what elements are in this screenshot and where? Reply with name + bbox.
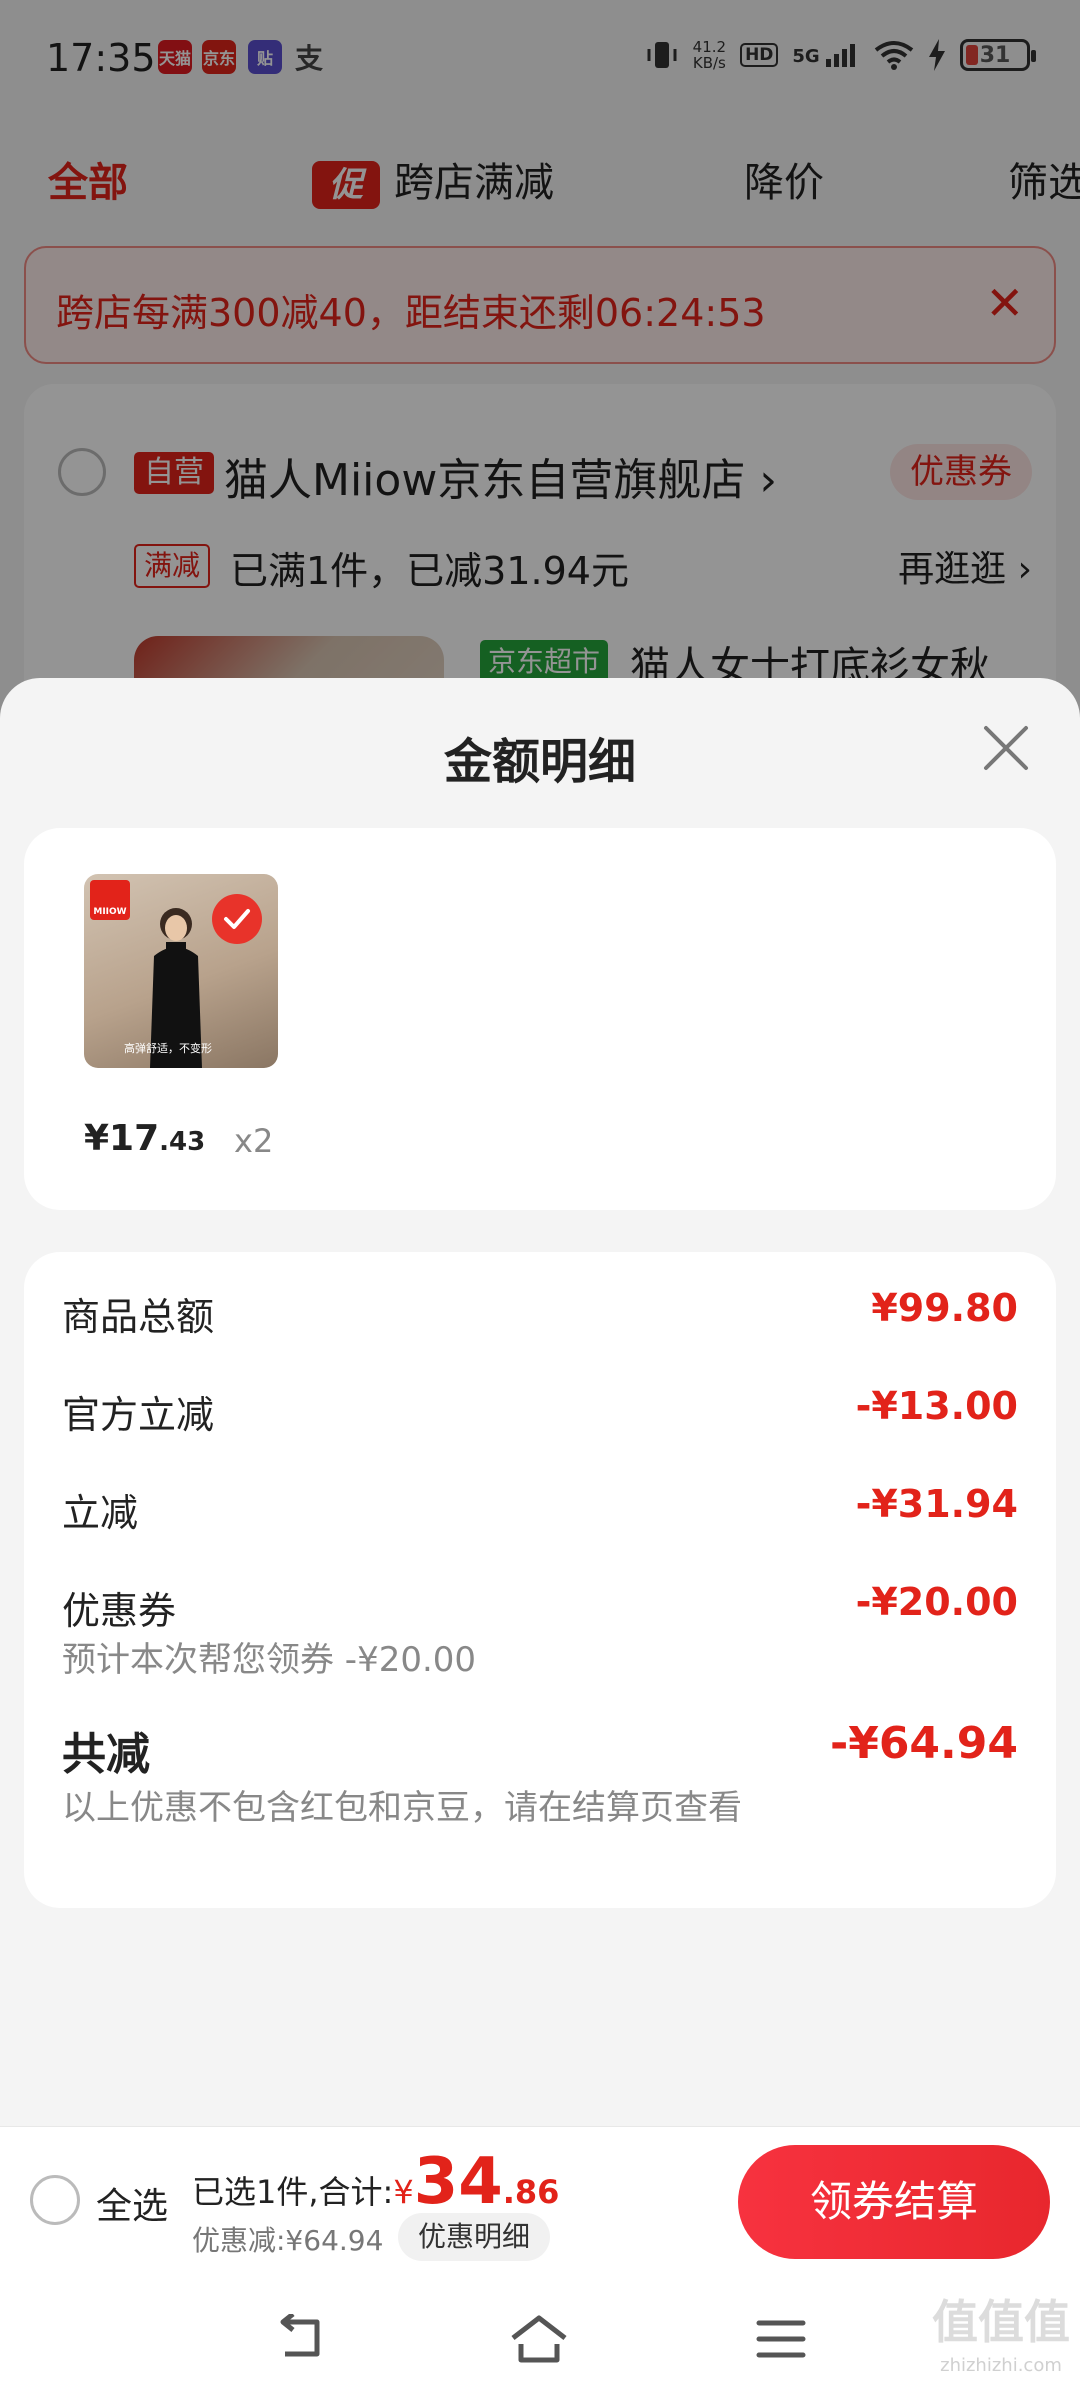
item-price-int: ¥17 — [84, 1118, 160, 1159]
goods-total-row: 商品总额 ¥99.80 — [62, 1286, 1018, 1346]
instant-cut-value: -¥31.94 — [855, 1482, 1018, 1526]
sheet-title: 金额明细 — [443, 734, 636, 790]
discount-detail-button[interactable]: 优惠明细 — [398, 2213, 551, 2261]
checkout-button[interactable]: 领券结算 — [738, 2145, 1050, 2259]
system-nav-bar — [0, 2276, 1080, 2400]
close-icon[interactable] — [976, 718, 1036, 778]
goods-total-value: ¥99.80 — [871, 1286, 1018, 1330]
home-icon[interactable] — [504, 2304, 574, 2374]
order-summary: 已选1件,合计:¥34.86 — [192, 2145, 559, 2219]
product-image-caption: 高弹舒适，不变形 — [124, 1042, 212, 1055]
select-all-label[interactable]: 全选 — [96, 2177, 168, 2229]
coupon-row: 优惠券 -¥20.00 预计本次帮您领券 -¥20.00 — [62, 1580, 1018, 1680]
menu-icon[interactable] — [746, 2304, 816, 2374]
total-price: ¥34.86 — [393, 2145, 560, 2219]
brand-logo-text: MIIOW — [93, 907, 127, 917]
watermark-main: 值值值 — [932, 2295, 1070, 2349]
official-cut-value: -¥13.00 — [855, 1384, 1018, 1428]
total-cut-label: 共减 — [62, 1729, 150, 1780]
total-price-currency: ¥ — [393, 2173, 414, 2211]
total-cut-value: -¥64.94 — [829, 1718, 1018, 1769]
coupon-note: 预计本次帮您领券 -¥20.00 — [62, 1640, 477, 1680]
total-cut-note: 以上优惠不包含红包和京豆，请在结算页查看 — [62, 1788, 742, 1828]
amount-breakdown-card: 商品总额 ¥99.80 官方立减 -¥13.00 立减 -¥31.94 优惠券 … — [24, 1252, 1056, 1908]
total-cut-row: 共减 -¥64.94 以上优惠不包含红包和京豆，请在结算页查看 — [62, 1718, 1018, 1828]
instant-cut-row: 立减 -¥31.94 — [62, 1482, 1018, 1542]
discount-summary: 优惠减:¥64.94 — [192, 2224, 384, 2257]
checkout-bar: 全选 已选1件,合计:¥34.86 优惠减:¥64.94 优惠明细 领券结算 — [0, 2126, 1080, 2276]
official-cut-row: 官方立减 -¥13.00 — [62, 1384, 1018, 1444]
item-quantity: x2 — [234, 1122, 274, 1160]
item-price: ¥17.43 — [84, 1118, 205, 1159]
product-thumbnail[interactable]: MIIOW 高弹舒适，不变形 — [84, 874, 278, 1068]
selected-items-card: MIIOW 高弹舒适，不变形 ¥17.43 x2 — [24, 828, 1056, 1210]
brand-logo: MIIOW — [90, 880, 130, 920]
official-cut-label: 官方立减 — [62, 1393, 215, 1437]
coupon-label: 优惠券 — [62, 1589, 177, 1633]
battery-level: 31 — [979, 42, 1011, 68]
item-price-dec: .43 — [159, 1127, 206, 1157]
check-icon — [212, 894, 262, 944]
back-icon[interactable] — [264, 2304, 334, 2374]
coupon-value: -¥20.00 — [855, 1580, 1018, 1624]
goods-total-label: 商品总额 — [62, 1295, 215, 1339]
total-price-dec: .86 — [502, 2173, 560, 2211]
watermark-sub: zhizhizhi.com — [940, 2355, 1062, 2376]
watermark: 值值值 zhizhizhi.com — [932, 2299, 1070, 2388]
select-all-radio[interactable] — [30, 2175, 80, 2225]
instant-cut-label: 立减 — [62, 1491, 139, 1535]
total-price-int: 34 — [413, 2145, 503, 2219]
selected-count-text: 已选1件,合计: — [192, 2173, 394, 2211]
